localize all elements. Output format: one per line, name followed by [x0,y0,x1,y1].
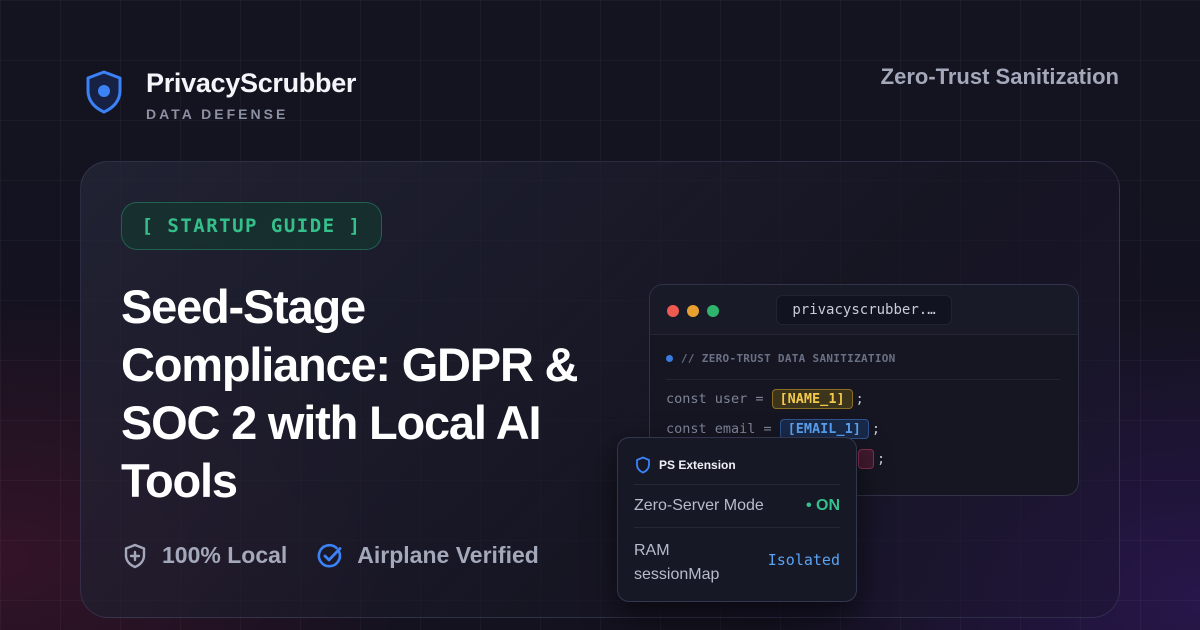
header-tagline: Zero-Trust Sanitization [880,64,1119,89]
feature-label: 100% Local [162,542,288,568]
feature-local: 100% Local [122,542,287,569]
feature-label: Airplane Verified [357,542,539,568]
close-dot-icon[interactable] [667,305,679,317]
code-line: const user = [NAME_1] ; [666,389,864,409]
code-line: const email = [EMAIL_1] ; [666,419,880,439]
dot-icon [666,355,673,362]
divider [634,484,840,485]
extension-header: PS Extension [635,456,736,474]
code-end: ; [855,391,864,407]
status-badge[interactable]: • ON [806,497,840,515]
setting-label: Zero-Server Mode [634,497,764,514]
page-title: Seed-Stage Compliance: GDPR & SOC 2 with… [121,280,578,507]
code-end: ; [871,421,880,437]
shield-icon [636,456,650,474]
brand-tagline: DATA DEFENSE [146,106,289,122]
shield-plus-icon [124,543,146,568]
brand-name: PrivacyScrubber [146,68,357,98]
code-text: const user = [666,391,764,407]
feature-airplane: Airplane Verified [317,542,539,569]
code-text: const email = [666,421,772,437]
extension-popup: PS Extension Zero-Server Mode • ON RAM s… [617,437,857,602]
check-circle-icon [317,543,342,568]
shield-icon [86,70,122,114]
maximize-dot-icon[interactable] [707,305,719,317]
redaction-token: [NAME_1] [771,389,853,409]
minimize-dot-icon[interactable] [687,305,699,317]
setting-label: RAM sessionMap [634,542,720,583]
status-value: Isolated [767,551,840,569]
redaction-token [858,449,874,469]
divider [666,379,1060,380]
editor-titlebar: privacyscrubber.… [650,285,1078,335]
brand[interactable]: PrivacyScrubber DATA DEFENSE [84,70,356,121]
extension-title: PS Extension [659,458,736,472]
feature-list: 100% Local Airplane Verified [122,542,569,569]
url-bar[interactable]: privacyscrubber.… [776,295,952,325]
redaction-token: [EMAIL_1] [779,419,869,439]
brand-text: PrivacyScrubber DATA DEFENSE [146,68,357,122]
guide-badge: [ STARTUP GUIDE ] [121,202,382,250]
code-end: ; [877,451,886,467]
divider [634,527,840,528]
code-comment-text: // ZERO-TRUST DATA SANITIZATION [681,352,896,365]
code-comment: // ZERO-TRUST DATA SANITIZATION [666,352,896,365]
